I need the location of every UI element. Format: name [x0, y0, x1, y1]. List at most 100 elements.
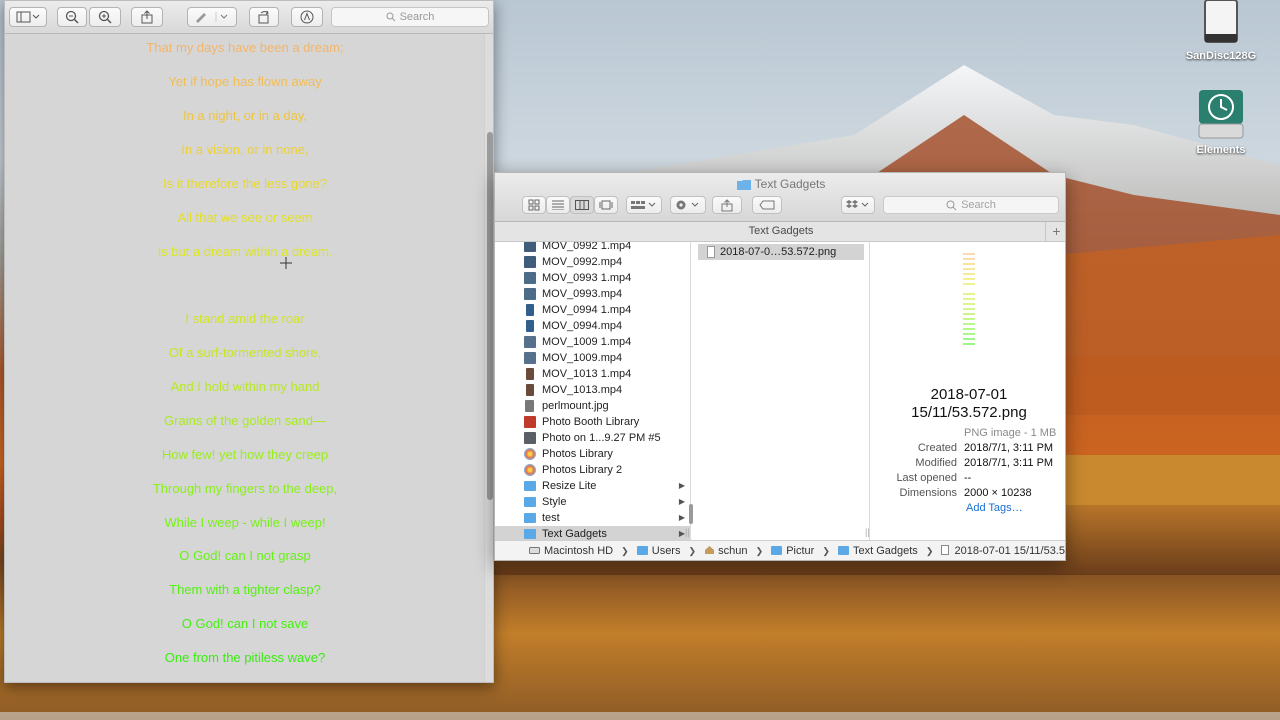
finder-column-folder[interactable]: 2018-07-0…53.572.png || ||	[685, 242, 870, 540]
list-item[interactable]: MOV_1013.mp4	[495, 382, 690, 398]
video-thumbnail-icon	[524, 352, 536, 364]
desktop-icon-sandisc[interactable]: SanDisc128G	[1176, 0, 1266, 62]
column-resize-handle[interactable]: ||	[685, 527, 690, 537]
tab-title[interactable]: Text Gadgets	[749, 225, 814, 237]
file-name: MOV_0992 1.mp4	[542, 242, 632, 252]
poem-line: All that we see or seem	[177, 210, 313, 225]
path-item-pictures[interactable]: Pictur	[771, 541, 814, 560]
list-item[interactable]: Photos Library	[495, 446, 690, 462]
path-item-home[interactable]: schun	[704, 541, 748, 560]
video-thumbnail-icon	[526, 320, 534, 332]
list-item[interactable]: Style ▶	[495, 494, 690, 510]
path-item-label: Macintosh HD	[544, 545, 614, 557]
path-item-label: schun	[718, 545, 748, 557]
preview-scrollbar[interactable]	[484, 34, 493, 682]
document-content: That my days have been a dream; Yet if h…	[5, 34, 485, 682]
preview-window[interactable]: Search That my days have been a dream; Y…	[4, 0, 494, 683]
markup-toolbar-button[interactable]	[291, 7, 323, 27]
path-item-text-gadgets[interactable]: Text Gadgets	[837, 541, 918, 560]
rotate-button[interactable]	[249, 7, 279, 27]
scrollbar-thumb[interactable]	[487, 132, 493, 500]
list-item[interactable]: Resize Lite ▶	[495, 478, 690, 494]
video-thumbnail-icon	[524, 288, 536, 300]
list-item[interactable]: perlmount.jpg	[495, 398, 690, 414]
file-name: MOV_0994 1.mp4	[542, 304, 632, 316]
info-value: 2018/7/1, 3:11 PM	[964, 442, 1054, 454]
add-tags-link[interactable]: Add Tags…	[966, 502, 1023, 514]
column-view-button[interactable]	[570, 196, 594, 214]
gallery-view-button[interactable]	[594, 196, 618, 214]
list-item[interactable]: Photo on 1...9.27 PM #5	[495, 430, 690, 446]
file-name: Photo Booth Library	[542, 416, 640, 428]
markup-pen-button[interactable]	[187, 7, 237, 27]
list-item-selected[interactable]: Text Gadgets ▶	[495, 526, 690, 540]
path-item-file[interactable]: 2018-07-01 15/11/53.572.png	[941, 541, 1065, 560]
tags-button[interactable]	[752, 196, 782, 214]
zoom-in-button[interactable]	[89, 7, 121, 27]
list-item[interactable]: MOV_1009 1.mp4	[495, 334, 690, 350]
list-item[interactable]: MOV_0993 1.mp4	[495, 270, 690, 286]
column-view-icon	[575, 200, 589, 210]
poem-line: Them with a tighter clasp?	[169, 582, 321, 597]
path-item-users[interactable]: Users	[636, 541, 681, 560]
gallery-view-icon	[599, 200, 613, 210]
share-icon	[721, 198, 733, 211]
list-item[interactable]: Photos Library 2	[495, 462, 690, 478]
dropbox-button[interactable]	[841, 196, 875, 214]
share-button[interactable]	[131, 7, 163, 27]
finder-window[interactable]: Text Gadgets Search Text Gadgets + MOV_0…	[494, 172, 1066, 561]
folder-icon	[524, 529, 536, 539]
poem-line: I stand amid the roar	[185, 311, 305, 326]
file-name: Style	[542, 496, 567, 508]
poem-line: How few! yet how they creep	[161, 447, 329, 462]
list-item[interactable]: MOV_0993.mp4	[495, 286, 690, 302]
file-name: MOV_0993 1.mp4	[542, 272, 632, 284]
finder-search-field[interactable]: Search	[883, 196, 1059, 214]
file-name: MOV_0992.mp4	[542, 256, 623, 268]
list-item[interactable]: MOV_0994 1.mp4	[495, 302, 690, 318]
list-view-button[interactable]	[546, 196, 570, 214]
poem-line: Of a surf-tormented shore,	[168, 345, 322, 360]
list-item[interactable]: MOV_1013 1.mp4	[495, 366, 690, 382]
info-value: 2000 × 10238	[964, 487, 1032, 499]
list-item[interactable]: MOV_0992 1.mp4	[495, 242, 690, 254]
sidebar-toggle-button[interactable]	[9, 7, 47, 27]
share-button[interactable]	[712, 196, 742, 214]
list-item[interactable]: Photo Booth Library	[495, 414, 690, 430]
list-item[interactable]: MOV_1009.mp4	[495, 350, 690, 366]
desktop-icon-label: SanDisc128G	[1185, 50, 1257, 62]
poem-line: In a vision, or in none,	[181, 142, 309, 157]
icon-view-button[interactable]	[522, 196, 546, 214]
poem-line: One from the pitiless wave?	[164, 650, 326, 665]
new-tab-button[interactable]: +	[1045, 222, 1065, 241]
list-item-selected[interactable]: 2018-07-0…53.572.png	[698, 244, 864, 260]
search-icon	[386, 12, 395, 22]
info-row-dimensions: Dimensions 2000 × 10238	[871, 487, 1065, 502]
dock[interactable]	[0, 712, 1280, 720]
zoom-out-button[interactable]	[57, 7, 87, 27]
poem-line: While I weep - while I weep!	[164, 515, 326, 530]
folder-icon	[771, 546, 783, 555]
column-resize-handle[interactable]: ||	[865, 527, 870, 537]
video-thumbnail-icon	[526, 384, 534, 396]
folder-icon	[837, 546, 849, 555]
list-item[interactable]: test ▶	[495, 510, 690, 526]
action-menu-button[interactable]	[670, 196, 706, 214]
group-by-button[interactable]	[626, 196, 662, 214]
file-name: MOV_0994.mp4	[542, 320, 623, 332]
preview-search-field[interactable]: Search	[331, 7, 489, 27]
info-key: Created	[917, 442, 957, 454]
finder-column-files[interactable]: MOV_0992 1.mp4 MOV_0992.mp4 MOV_0993 1.m…	[495, 242, 691, 540]
path-item-disk[interactable]: Macintosh HD	[529, 541, 614, 560]
poem-line: Yet if hope has flown away	[168, 74, 322, 89]
path-item-label: Users	[651, 545, 681, 557]
file-name: MOV_1009 1.mp4	[542, 336, 632, 348]
poem-line: Is but a dream within a dream.	[157, 244, 333, 259]
list-item[interactable]: MOV_0994.mp4	[495, 318, 690, 334]
desktop-icon-elements[interactable]: Elements	[1176, 88, 1266, 156]
list-item[interactable]: MOV_0992.mp4	[495, 254, 690, 270]
zoom-out-icon	[65, 10, 79, 24]
video-thumbnail-icon	[524, 272, 536, 284]
file-name: MOV_1013.mp4	[542, 384, 623, 396]
icon-view-icon	[528, 199, 540, 211]
